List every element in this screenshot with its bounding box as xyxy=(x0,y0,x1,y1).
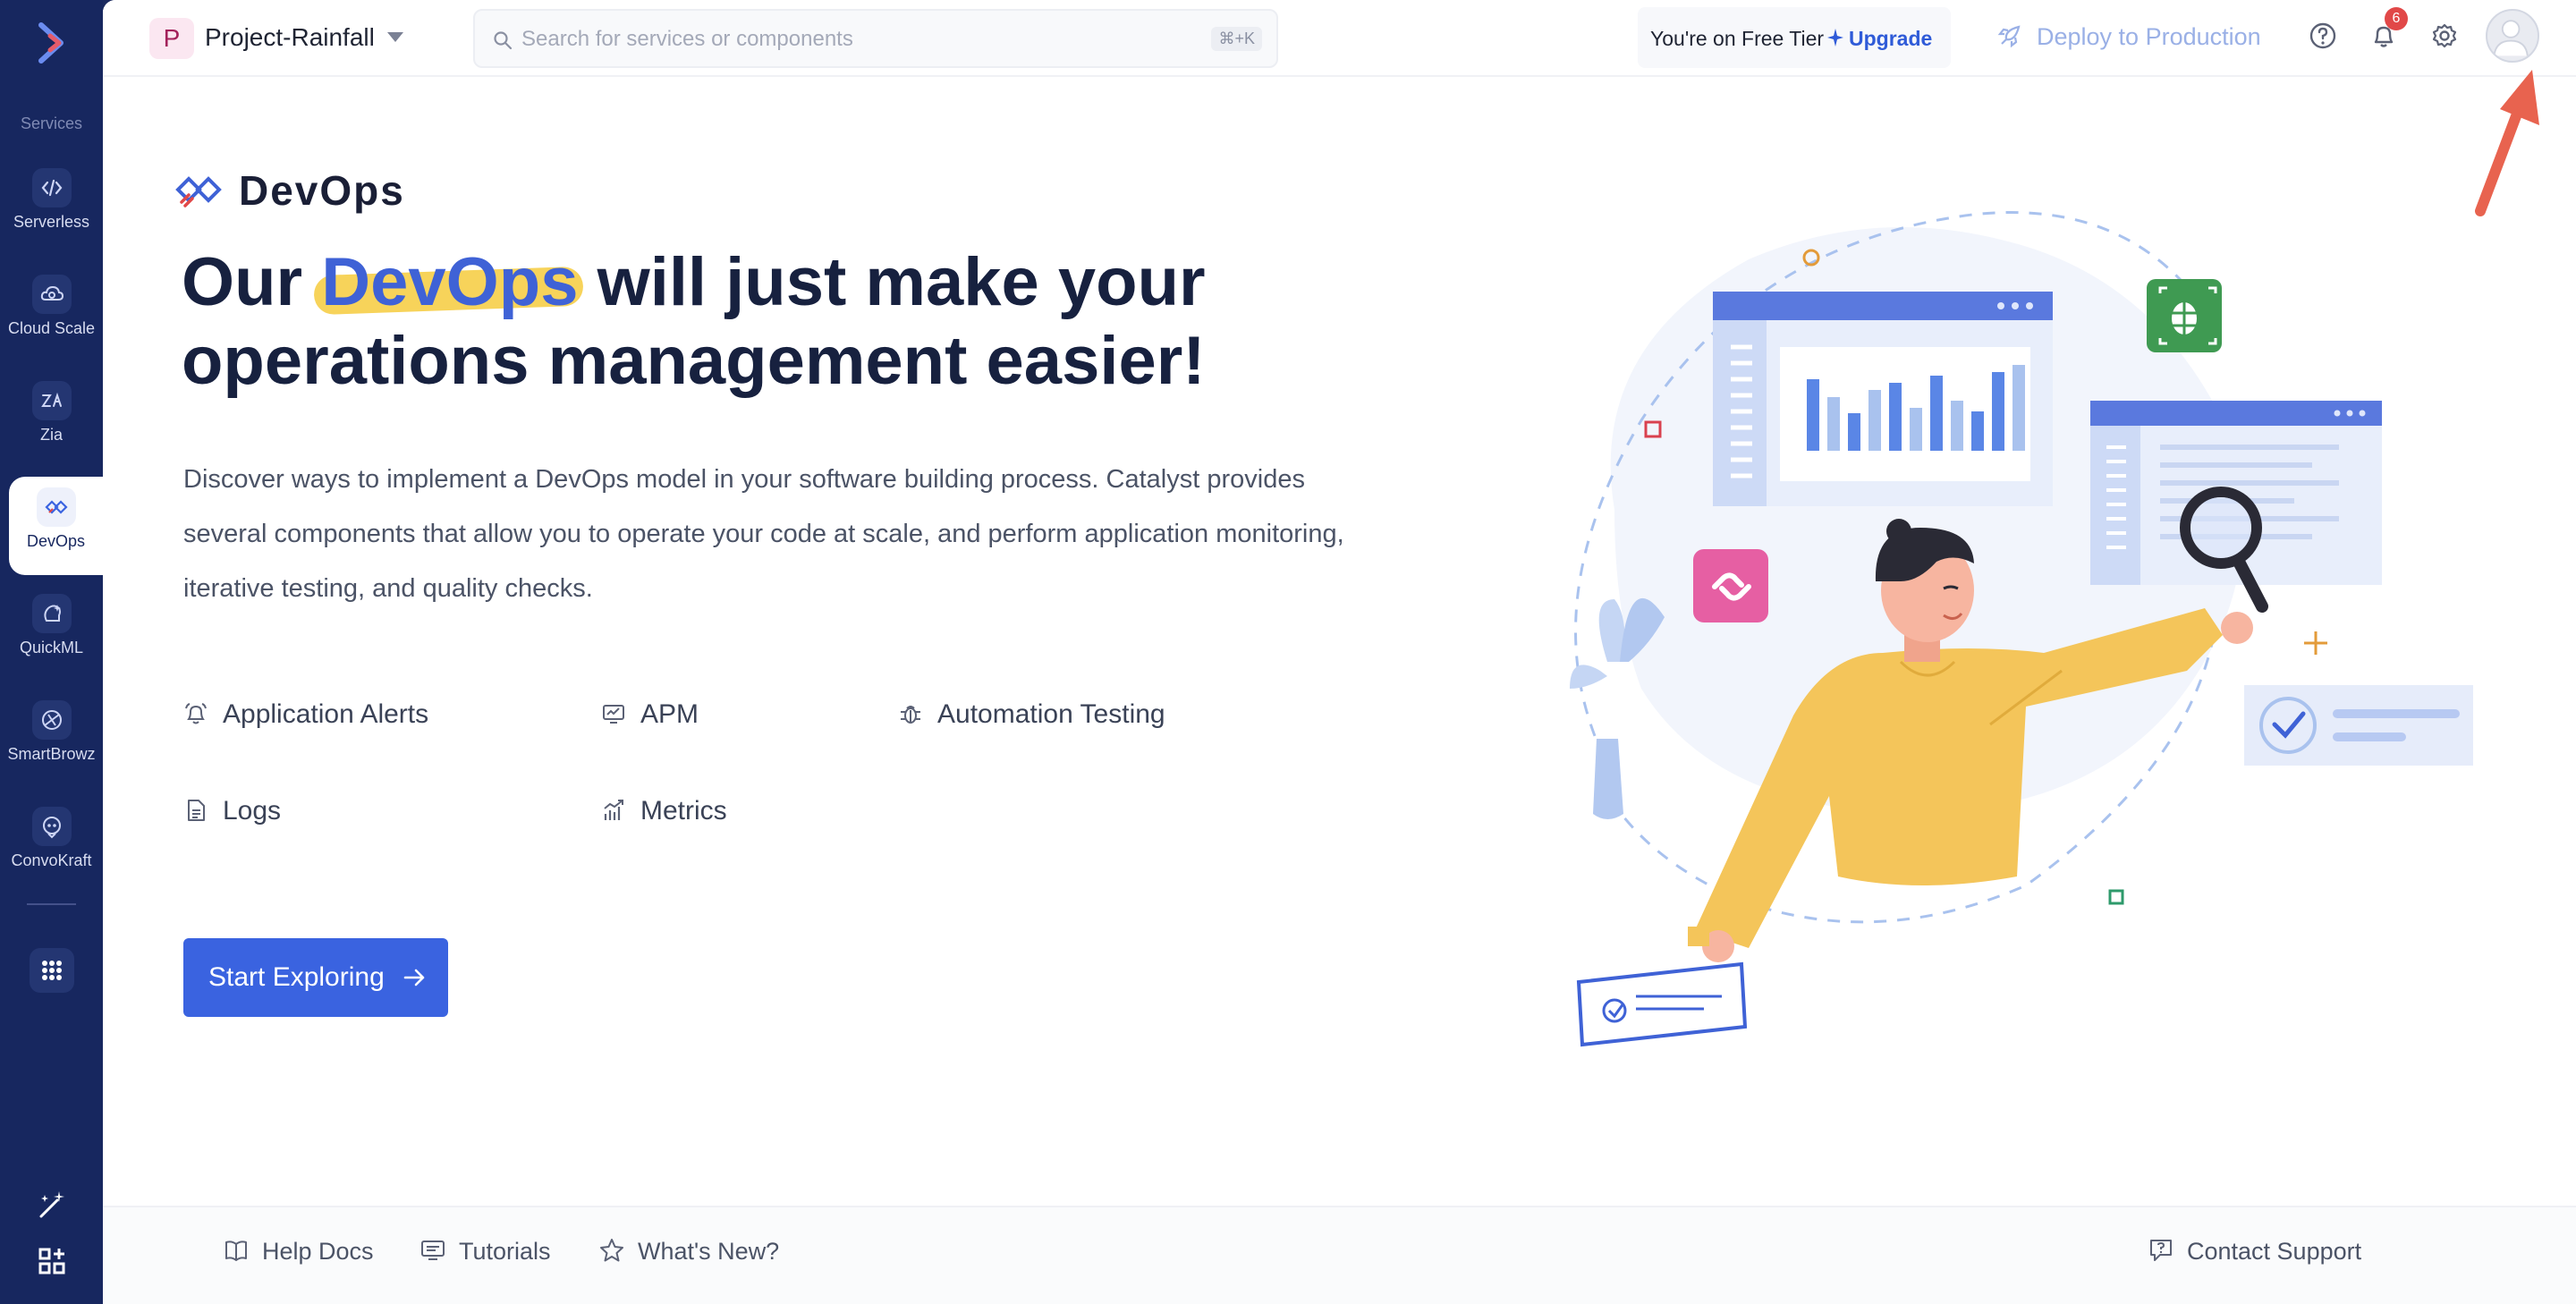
search-icon xyxy=(494,31,513,50)
tier-banner: You're on Free Tier Upgrade xyxy=(1638,7,1951,68)
alert-bell-icon xyxy=(185,703,207,724)
hero-description: Discover ways to implement a DevOps mode… xyxy=(183,465,1344,603)
feature-label: Automation Testing xyxy=(937,699,1165,729)
footer-link-label: What's New? xyxy=(638,1238,780,1265)
sidebar-item-label: Serverless xyxy=(13,213,90,231)
sidebar-item-label: ConvoKraft xyxy=(11,851,92,869)
sidebar-item-cloud-scale[interactable]: Cloud Scale xyxy=(0,264,103,362)
project-name[interactable]: Project-Rainfall xyxy=(205,23,375,52)
hero-heading: Our DevOps will just make your operation… xyxy=(182,243,1300,401)
feature-label: Logs xyxy=(223,796,282,826)
apm-monitor-icon xyxy=(603,705,624,724)
sidebar-item-label: DevOps xyxy=(26,532,86,550)
feature-logs[interactable]: Logs xyxy=(183,791,362,830)
devops-logo-icon xyxy=(175,176,222,207)
feature-label: APM xyxy=(640,699,699,729)
user-avatar[interactable] xyxy=(2486,9,2539,63)
sidebar-item-label: Zia xyxy=(39,426,63,444)
upgrade-link[interactable]: Upgrade xyxy=(1849,27,1932,51)
hero-heading-highlight: DevOps xyxy=(321,244,579,320)
search-shortcut-badge: ⌘+K xyxy=(1211,27,1262,51)
feature-apm[interactable]: APM xyxy=(601,694,780,733)
grid-icon xyxy=(42,961,62,980)
help-docs-link[interactable]: Help Docs xyxy=(223,1234,393,1270)
devops-illustration xyxy=(1570,211,2473,1047)
sparkle-icon xyxy=(1827,29,1843,47)
cta-label: Start Exploring xyxy=(208,962,385,992)
notification-count-badge: 6 xyxy=(2385,7,2408,30)
tutorial-monitor-icon xyxy=(421,1240,445,1260)
tutorials-link[interactable]: Tutorials xyxy=(419,1234,572,1270)
catalyst-logo-icon[interactable] xyxy=(25,16,79,70)
sidebar: Services Serverless Cloud Scale Zia DevO… xyxy=(0,0,103,1304)
footer-link-label: Tutorials xyxy=(459,1238,551,1265)
cloud-scale-icon xyxy=(31,275,72,314)
chevron-down-icon[interactable] xyxy=(387,32,403,42)
serverless-icon xyxy=(31,168,72,207)
footer-link-label: Help Docs xyxy=(262,1238,374,1265)
star-icon xyxy=(600,1239,623,1262)
feature-automation-testing[interactable]: Automation Testing xyxy=(898,694,1238,733)
feature-application-alerts[interactable]: Application Alerts xyxy=(183,694,505,733)
book-icon xyxy=(225,1240,247,1261)
widgets-icon[interactable] xyxy=(34,1243,70,1279)
deploy-label: Deploy to Production xyxy=(2037,23,2261,50)
feature-label: Application Alerts xyxy=(223,699,429,729)
devops-icon xyxy=(36,487,76,527)
apps-grid-button[interactable] xyxy=(30,948,74,993)
search-input[interactable] xyxy=(521,23,1201,55)
quickml-icon xyxy=(31,594,72,633)
document-icon xyxy=(188,800,205,821)
project-avatar[interactable]: P xyxy=(149,18,194,59)
top-header: P Project-Rainfall ⌘+K You're on Free Ti… xyxy=(103,0,2576,77)
metrics-chart-icon xyxy=(604,800,623,820)
sidebar-item-label: SmartBrowz xyxy=(7,745,96,763)
contact-support-link[interactable]: Contact Support xyxy=(2148,1234,2389,1270)
user-icon xyxy=(2493,20,2529,56)
search-bar[interactable]: ⌘+K xyxy=(473,9,1278,68)
help-icon[interactable] xyxy=(2307,20,2339,52)
tier-text: You're on Free Tier xyxy=(1650,27,1825,50)
support-chat-icon xyxy=(2150,1240,2172,1261)
magic-wand-icon[interactable] xyxy=(34,1188,70,1224)
annotation-arrow-icon xyxy=(2475,70,2539,216)
sidebar-item-devops[interactable]: DevOps xyxy=(9,477,103,575)
hero-heading-part: Our xyxy=(182,244,322,320)
brand-title: DevOps xyxy=(239,167,405,214)
convokraft-icon xyxy=(31,807,72,846)
feature-metrics[interactable]: Metrics xyxy=(601,791,798,830)
smartbrowz-icon xyxy=(31,700,72,740)
sidebar-item-convokraft[interactable]: ConvoKraft xyxy=(0,796,103,894)
sidebar-item-label: QuickML xyxy=(19,639,83,656)
rocket-icon xyxy=(1997,25,2021,48)
whats-new-link[interactable]: What's New? xyxy=(598,1234,795,1270)
footer-bar: Help Docs Tutorials What's New? Contact … xyxy=(103,1206,2576,1304)
sidebar-section-label: Services xyxy=(20,114,83,132)
sidebar-divider xyxy=(27,903,76,905)
sidebar-item-zia[interactable]: Zia xyxy=(0,370,103,469)
sidebar-item-serverless[interactable]: Serverless xyxy=(0,157,103,256)
sidebar-item-smartbrowz[interactable]: SmartBrowz xyxy=(0,690,103,788)
zia-icon xyxy=(31,381,72,420)
main-panel: P Project-Rainfall ⌘+K You're on Free Ti… xyxy=(103,0,2576,1304)
feature-label: Metrics xyxy=(640,796,727,826)
start-exploring-button[interactable]: Start Exploring xyxy=(183,938,448,1017)
gear-icon[interactable] xyxy=(2428,20,2461,52)
sidebar-item-label: Cloud Scale xyxy=(7,319,96,337)
arrow-right-icon xyxy=(403,969,425,986)
sidebar-item-quickml[interactable]: QuickML xyxy=(0,583,103,682)
bug-icon xyxy=(901,706,920,724)
footer-link-label: Contact Support xyxy=(2187,1238,2362,1265)
